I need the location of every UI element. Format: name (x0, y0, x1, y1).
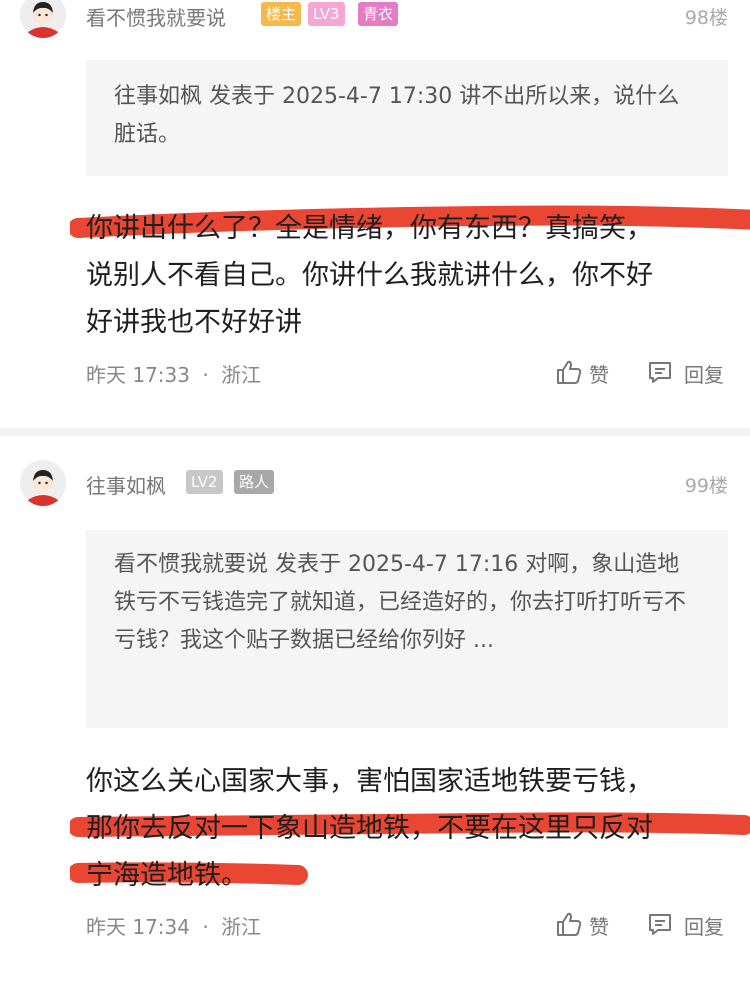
comment-line: 宁海造地铁。 (86, 860, 248, 891)
post-location: 浙江 (221, 363, 262, 387)
like-label: 赞 (589, 363, 609, 387)
badge-title: 青衣 (358, 2, 399, 26)
thumbs-up-icon (557, 912, 582, 936)
comment-body: 你这么关心国家大事，害怕国家适地铁要亏钱， 那你去反对一下象山造地铁，不要在这里… (86, 758, 731, 899)
comment-line: 说别人不看自己。你讲什么我就讲什么，你不好 (86, 260, 653, 291)
avatar[interactable] (20, 460, 66, 506)
meta-separator: · (202, 363, 209, 387)
comment-body: 你讲出什么了？全是情绪，你有东西？真搞笑， 说别人不看自己。你讲什么我就讲什么，… (86, 205, 731, 346)
comment-icon (649, 362, 671, 383)
comment-line: 你讲出什么了？全是情绪，你有东西？真搞笑， (86, 213, 653, 244)
post-meta: 昨天 17:33 · 浙江 (86, 359, 261, 388)
like-label: 赞 (589, 915, 609, 939)
quoted-reply[interactable]: 看不惯我就要说 发表于 2025-4-7 17:16 对啊，象山造地铁亏不亏钱造… (86, 530, 728, 728)
floor-number: 98楼 (684, 7, 728, 29)
reply-label: 回复 (684, 915, 724, 939)
comment-line: 好讲我也不好好讲 (86, 307, 302, 338)
avatar[interactable] (20, 0, 66, 38)
post-time: 昨天 17:33 (86, 363, 190, 387)
quoted-reply[interactable]: 往事如枫 发表于 2025-4-7 17:30 讲不出所以来，说什么脏话。 (86, 60, 728, 176)
comment-line: 你这么关心国家大事，害怕国家适地铁要亏钱， (86, 766, 653, 797)
username[interactable]: 往事如枫 (86, 470, 166, 499)
reply-label: 回复 (684, 363, 724, 387)
badge-op: 楼主 (261, 2, 302, 26)
comment-icon (649, 914, 671, 935)
thumbs-up-icon (557, 360, 582, 384)
quote-text: 看不惯我就要说 发表于 2025-4-7 17:16 对啊，象山造地铁亏不亏钱造… (114, 552, 687, 653)
like-button[interactable]: 赞 (555, 910, 615, 939)
post-meta: 昨天 17:34 · 浙江 (86, 911, 261, 940)
reply-button[interactable]: 回复 (646, 358, 736, 387)
comment-post-98: 看不惯我就要说 楼主 LV3 青衣 98楼 往事如枫 发表于 2025-4-7 … (0, 0, 750, 420)
quote-text: 往事如枫 发表于 2025-4-7 17:30 讲不出所以来，说什么脏话。 (114, 84, 680, 147)
divider (0, 428, 750, 436)
comment-line: 那你去反对一下象山造地铁，不要在这里只反对 (86, 813, 653, 844)
meta-separator: · (202, 915, 209, 939)
badge-level: LV3 (308, 2, 345, 26)
post-location: 浙江 (221, 915, 262, 939)
floor-number: 99楼 (684, 475, 728, 497)
post-time: 昨天 17:34 (86, 915, 190, 939)
badge-title: 路人 (234, 470, 275, 494)
reply-button[interactable]: 回复 (646, 910, 736, 939)
comment-post-99: 往事如枫 LV2 路人 99楼 看不惯我就要说 发表于 2025-4-7 17:… (0, 460, 750, 980)
like-button[interactable]: 赞 (555, 358, 615, 387)
username[interactable]: 看不惯我就要说 (86, 2, 226, 31)
badge-level: LV2 (186, 470, 223, 494)
